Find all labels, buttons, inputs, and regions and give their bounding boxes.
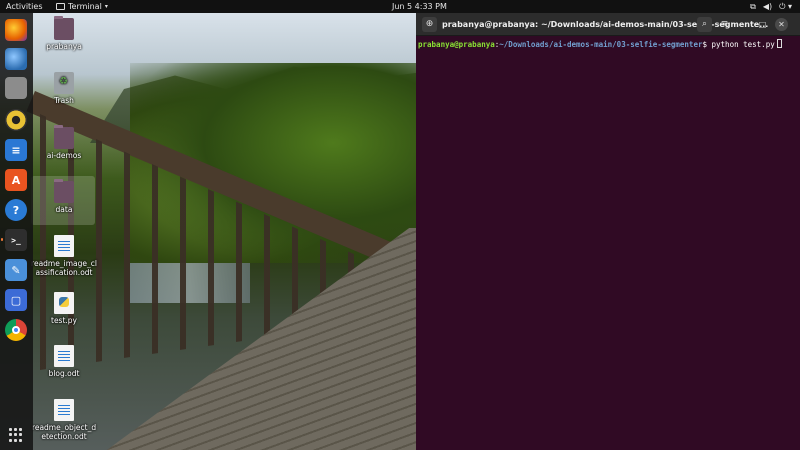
dock: ≡ A ? >_ ✎ ▢ (0, 13, 33, 450)
home-folder-icon (54, 16, 74, 40)
desktop-icon-label: Trash (54, 96, 74, 105)
folder-icon (54, 125, 74, 149)
document-icon (54, 345, 74, 367)
new-tab-icon[interactable]: ⊕ (422, 17, 437, 32)
ubuntu-software-icon[interactable]: A (5, 169, 27, 191)
desktop-icon-label: readme_object_detection.odt (31, 423, 97, 441)
desktop-icon-test-py[interactable]: test.py (34, 292, 94, 325)
app-menu-label: Terminal (68, 2, 102, 11)
terminal-output[interactable]: prabanya@prabanya:~/Downloads/ai-demos-m… (416, 36, 800, 450)
prompt-path: ~/Downloads/ai-demos-main/03-selfie-segm… (499, 40, 703, 49)
chrome-icon[interactable] (5, 319, 27, 341)
system-tray[interactable]: ⧉ ◀) ⏻ ▾ (750, 0, 792, 13)
document-icon (54, 399, 74, 421)
close-icon[interactable]: ✕ (775, 18, 788, 31)
clock[interactable]: Jun 5 4:33 PM (392, 0, 447, 13)
desktop-icon-data[interactable]: data (34, 179, 94, 214)
terminal-line: prabanya@prabanya:~/Downloads/ai-demos-m… (418, 39, 798, 50)
text-cursor (776, 39, 782, 48)
prompt-user: prabanya@prabanya (418, 40, 495, 49)
firefox-icon[interactable] (5, 19, 27, 41)
desktop-icon-label: prabanya (46, 42, 82, 51)
minimize-icon[interactable]: – (736, 18, 749, 31)
desktop-icon-label: ai-demos (46, 151, 82, 160)
volume-icon: ◀) (762, 2, 773, 11)
desktop-icon-home[interactable]: prabanya (34, 16, 94, 51)
help-icon[interactable]: ? (5, 199, 27, 221)
window-title: prabanya@prabanya: ~/Downloads/ai-demos-… (442, 20, 769, 29)
network-icon: ⧉ (750, 2, 756, 11)
show-applications-button[interactable] (9, 428, 23, 442)
rhythmbox-icon[interactable] (5, 109, 27, 131)
desktop-icon-label: blog.odt (48, 369, 80, 378)
top-bar: Activities Terminal ▾ Jun 5 4:33 PM ⧉ ◀)… (0, 0, 800, 13)
desktop-icon-blog[interactable]: blog.odt (34, 345, 94, 378)
desktop-icon-label: readme_image_classification.odt (31, 259, 97, 277)
power-icon: ⏻ ▾ (779, 2, 792, 11)
search-icon[interactable]: ⌕ (697, 17, 712, 32)
trash-icon (54, 72, 74, 94)
python-file-icon (54, 292, 74, 314)
desktop-icon-readme-image-classification[interactable]: readme_image_classification.odt (30, 235, 98, 277)
maximize-icon[interactable]: □ (756, 18, 769, 31)
activities-button[interactable]: Activities (6, 0, 43, 13)
thunderbird-icon[interactable] (5, 48, 27, 70)
desktop-icon-ai-demos[interactable]: ai-demos (34, 125, 94, 160)
text-editor-icon[interactable]: ✎ (5, 259, 27, 281)
terminal-window[interactable]: ⊕ prabanya@prabanya: ~/Downloads/ai-demo… (416, 13, 800, 450)
document-icon (54, 235, 74, 257)
terminal-scrollbar[interactable] (796, 39, 799, 449)
terminal-icon[interactable]: >_ (1, 229, 27, 251)
command-text: python test.py (707, 40, 775, 49)
desktop-icon-trash[interactable]: Trash (34, 72, 94, 105)
desktop-icon-readme-object-detection[interactable]: readme_object_detection.odt (30, 399, 98, 441)
folder-icon (54, 179, 74, 203)
screenshot-icon[interactable]: ▢ (5, 289, 27, 311)
terminal-app-icon (56, 3, 65, 10)
desktop-icon-label: data (55, 205, 73, 214)
desktop-icon-label: test.py (51, 316, 77, 325)
libreoffice-writer-icon[interactable]: ≡ (5, 139, 27, 161)
chevron-down-icon: ▾ (104, 3, 108, 10)
files-icon[interactable] (5, 77, 27, 99)
hamburger-menu-icon[interactable]: ≡ (717, 17, 732, 32)
app-menu[interactable]: Terminal ▾ (56, 0, 108, 13)
terminal-header-bar[interactable]: ⊕ prabanya@prabanya: ~/Downloads/ai-demo… (416, 13, 800, 36)
